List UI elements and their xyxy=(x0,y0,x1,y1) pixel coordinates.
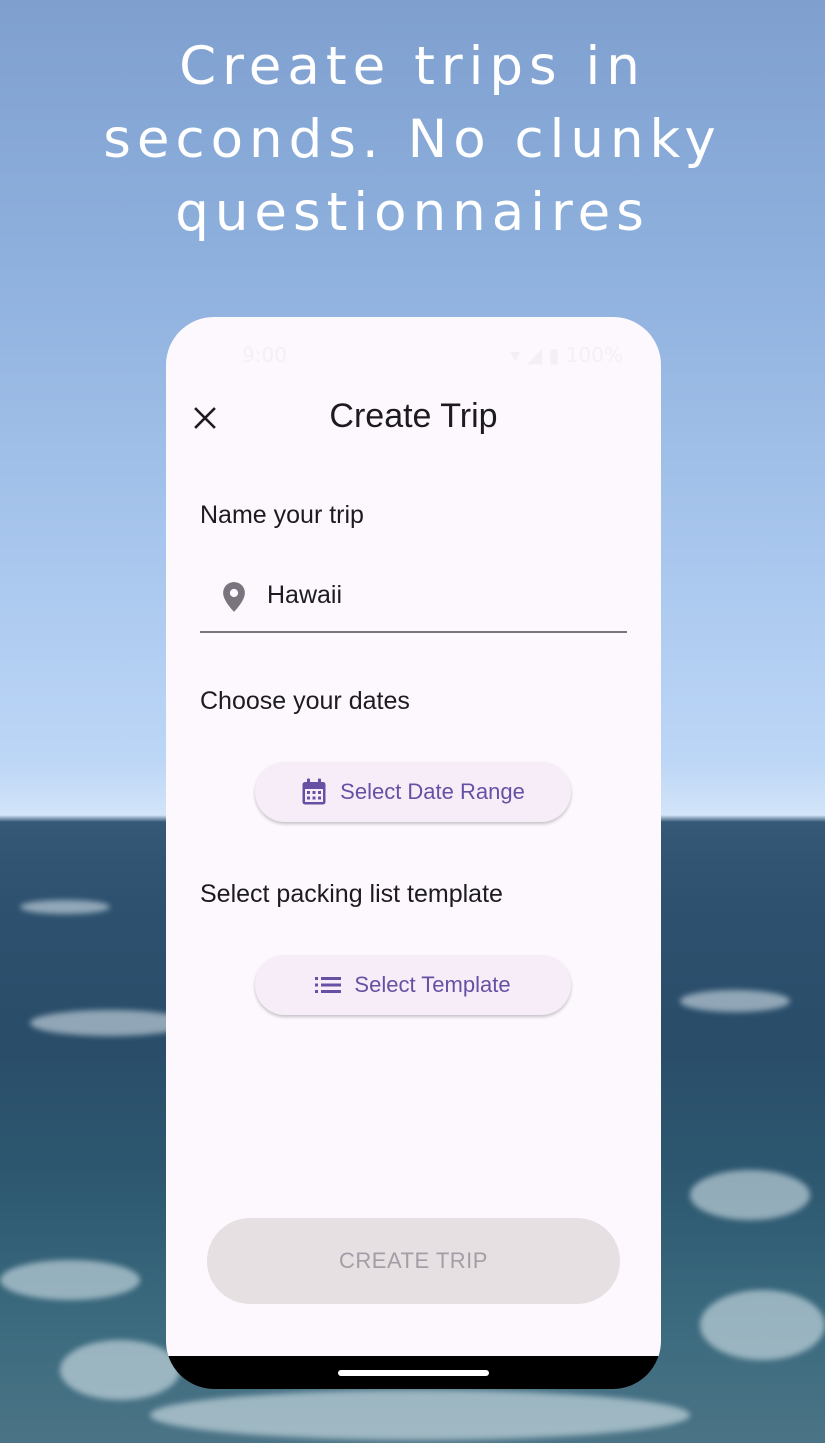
phone-screen: 9:00 ▾ ◢ ▮ 100% Create Trip Name your tr… xyxy=(166,317,661,1389)
create-trip-button[interactable]: CREATE TRIP xyxy=(207,1218,620,1304)
headline-line-1: Create trips in xyxy=(179,36,646,97)
headline-line-2: seconds. No clunky xyxy=(103,109,722,170)
create-trip-label: CREATE TRIP xyxy=(339,1248,488,1273)
select-date-range-button[interactable]: Select Date Range xyxy=(255,762,571,822)
status-icons: ▾ ◢ ▮ 100% xyxy=(510,343,623,367)
name-trip-label: Name your trip xyxy=(200,501,364,529)
page-title: Create Trip xyxy=(329,397,498,435)
signal-icon: ◢ xyxy=(526,343,543,367)
packing-template-label: Select packing list template xyxy=(200,880,503,908)
battery-icon: ▮ xyxy=(548,343,560,367)
wifi-icon: ▾ xyxy=(510,343,521,367)
location-pin-icon xyxy=(223,582,245,612)
list-icon xyxy=(315,976,342,994)
trip-name-value: Hawaii xyxy=(267,581,343,609)
calendar-icon xyxy=(301,778,327,806)
navigation-bar xyxy=(166,1356,661,1389)
select-date-range-label: Select Date Range xyxy=(340,779,525,804)
headline: Create trips in seconds. No clunky quest… xyxy=(0,30,825,249)
trip-name-field[interactable]: Hawaii xyxy=(200,565,627,633)
select-template-label: Select Template xyxy=(354,972,511,997)
home-indicator[interactable] xyxy=(338,1370,489,1376)
battery-level: 100% xyxy=(565,343,623,367)
status-time: 9:00 xyxy=(242,343,287,367)
choose-dates-label: Choose your dates xyxy=(200,687,410,715)
status-bar: 9:00 ▾ ◢ ▮ 100% xyxy=(166,317,661,391)
app-bar: Create Trip xyxy=(166,391,661,447)
headline-line-3: questionnaires xyxy=(175,182,650,243)
select-template-button[interactable]: Select Template xyxy=(255,955,571,1015)
